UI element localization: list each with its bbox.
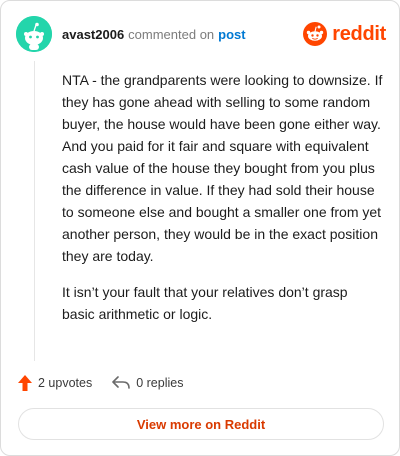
comment-actions: 2 upvotes 0 replies	[18, 373, 203, 393]
upvote-button[interactable]: 2 upvotes	[18, 375, 92, 391]
user-avatar[interactable]	[16, 16, 52, 52]
comment-header: avast2006 commented on post reddit	[16, 16, 386, 52]
reddit-wordmark: reddit	[332, 22, 386, 45]
comment-embed-card: avast2006 commented on post reddit NTA -…	[0, 0, 400, 456]
snoo-avatar-icon	[16, 16, 52, 52]
username-link[interactable]: avast2006	[62, 27, 124, 42]
view-more-on-reddit-button[interactable]: View more on Reddit	[18, 408, 384, 440]
reply-arrow-icon	[112, 376, 131, 389]
upvotes-count: 2 upvotes	[38, 376, 93, 390]
comment-body: NTA - the grandparents were looking to d…	[62, 69, 384, 339]
upvote-arrow-icon	[18, 375, 32, 391]
reddit-brand-link[interactable]: reddit	[303, 22, 386, 46]
comment-paragraph: NTA - the grandparents were looking to d…	[62, 72, 383, 264]
replies-button[interactable]: 0 replies	[112, 376, 183, 390]
comment-paragraph: It isn’t your fault that your relatives …	[62, 284, 348, 322]
reddit-logo-icon	[303, 22, 328, 46]
comment-meta: avast2006 commented on post	[62, 27, 246, 42]
commented-on-text: commented on	[128, 26, 215, 42]
replies-count: 0 replies	[136, 376, 184, 390]
post-link[interactable]: post	[218, 27, 245, 42]
thread-line	[34, 61, 35, 361]
